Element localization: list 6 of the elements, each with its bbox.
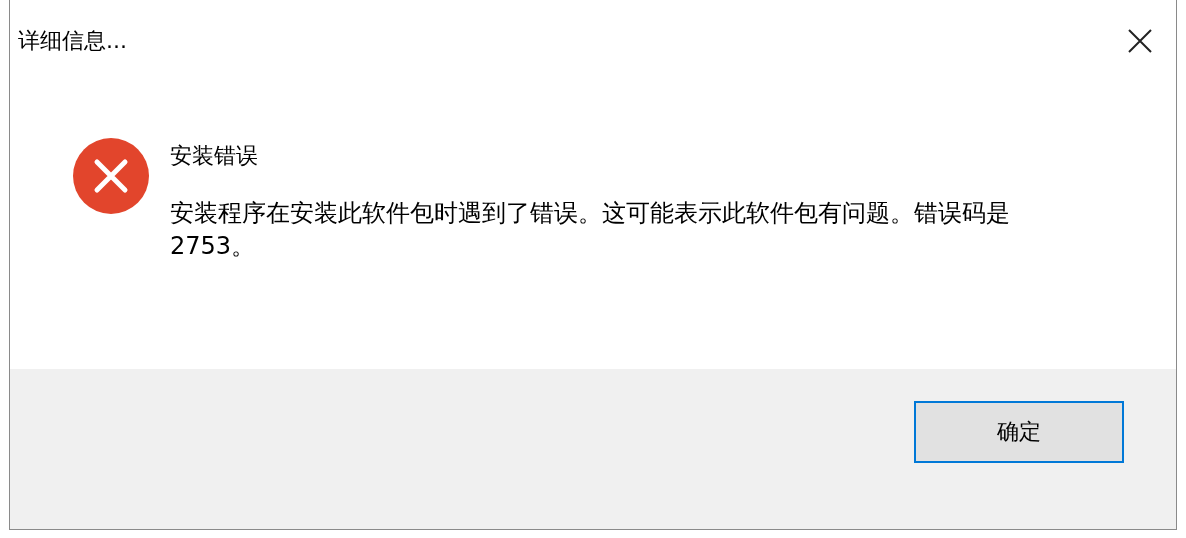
error-icon bbox=[72, 137, 150, 215]
ok-button[interactable]: 确定 bbox=[914, 401, 1124, 463]
message-heading: 安装错误 bbox=[170, 142, 259, 170]
close-icon[interactable] bbox=[1126, 27, 1154, 55]
window-title: 详细信息... bbox=[18, 27, 127, 55]
message-text: 安装程序在安装此软件包时遇到了错误。这可能表示此软件包有问题。错误码是 2753。 bbox=[170, 198, 1011, 262]
